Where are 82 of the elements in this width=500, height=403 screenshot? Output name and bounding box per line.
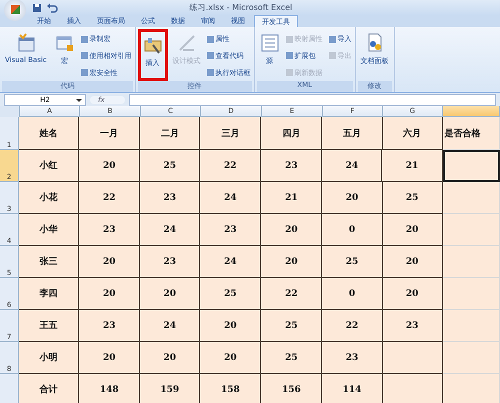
table-cell: 25 <box>140 150 200 182</box>
table-cell: 23 <box>200 214 262 246</box>
table-cell: 20 <box>200 342 262 374</box>
table-cell: 25 <box>261 342 322 374</box>
table-cell: 22 <box>200 150 262 182</box>
window-title: 练习.xlsx - Microsoft Excel <box>188 2 294 13</box>
table-cell: 李四 <box>19 278 80 310</box>
table-cell <box>442 246 500 278</box>
table-cell: 23 <box>322 342 383 374</box>
table-cell: 158 <box>200 374 262 403</box>
table-cell: 小红 <box>19 150 80 182</box>
table-cell: 23 <box>79 214 140 246</box>
table-cell: 小明 <box>19 342 80 374</box>
table-cell: 24 <box>140 214 200 246</box>
formula-input[interactable] <box>128 94 496 106</box>
table-cell: 25 <box>322 246 383 278</box>
table-cell: 20 <box>382 278 443 310</box>
table-cell: 王五 <box>19 310 80 342</box>
table-cell: 20 <box>140 342 200 374</box>
table-cell: 22 <box>322 310 383 342</box>
table-cell: 张三 <box>19 246 80 278</box>
table-cell: 四月 <box>261 117 322 150</box>
table-cell: 24 <box>322 150 382 182</box>
table-cell: 159 <box>140 374 200 403</box>
table-cell: 20 <box>382 214 443 246</box>
table-cell <box>442 182 500 214</box>
table-cell <box>442 374 500 403</box>
table-cell: 114 <box>322 374 383 403</box>
table-cell: 23 <box>140 182 200 214</box>
table-cell: 0 <box>322 278 383 310</box>
table-cell: 二月 <box>140 117 200 150</box>
list-icon <box>260 33 280 53</box>
table-cell <box>382 374 443 403</box>
table-cell <box>442 278 500 310</box>
table-cell <box>442 342 500 374</box>
table-cell: 20 <box>382 246 443 278</box>
table-cell: 25 <box>382 182 443 214</box>
table-cell: 0 <box>322 214 383 246</box>
table-cell: 25 <box>200 278 262 310</box>
table-cell: 合计 <box>19 374 80 403</box>
table-cell: 148 <box>79 374 140 403</box>
table-cell: 24 <box>200 182 262 214</box>
table-cell: 20 <box>261 214 322 246</box>
table-cell: 20 <box>140 278 200 310</box>
table-cell <box>442 150 500 182</box>
table-cell: 小花 <box>19 182 80 214</box>
table-cell: 21 <box>382 150 443 182</box>
table-cell <box>382 342 443 374</box>
table-cell: 25 <box>261 310 322 342</box>
table-cell: 23 <box>382 310 443 342</box>
table-cell: 五月 <box>322 117 383 150</box>
table-cell <box>442 310 500 342</box>
table-cell: 三月 <box>200 117 262 150</box>
table-cell: 22 <box>79 182 140 214</box>
ruler-icon <box>176 33 197 53</box>
table-cell: 六月 <box>382 117 443 150</box>
table-cell: 20 <box>200 310 262 342</box>
table-cell: 24 <box>140 310 200 342</box>
table-cell: 20 <box>261 246 322 278</box>
save-icon[interactable] <box>32 2 42 12</box>
table-cell: 22 <box>261 278 322 310</box>
dropdown-icon[interactable] <box>76 98 82 102</box>
table-cell: 23 <box>261 150 322 182</box>
table-cell: 24 <box>200 246 262 278</box>
table-cell: 姓名 <box>19 117 80 150</box>
table-cell: 21 <box>261 182 322 214</box>
undo-icon[interactable] <box>46 2 58 12</box>
table-cell: 一月 <box>79 117 140 150</box>
table-cell: 小华 <box>19 214 80 246</box>
toolbox-icon <box>142 35 163 55</box>
table-cell: 是否合格 <box>442 117 500 150</box>
table-cell: 20 <box>79 342 140 374</box>
window-icon <box>16 33 36 53</box>
table-cell <box>442 214 500 246</box>
table-cell: 156 <box>261 374 322 403</box>
table-cell: 20 <box>79 246 140 278</box>
table-cell: 20 <box>79 278 140 310</box>
table-cell: 23 <box>140 246 200 278</box>
office-button[interactable] <box>4 0 26 20</box>
table-cell: 20 <box>79 150 140 182</box>
table-cell: 23 <box>79 310 140 342</box>
table-cell: 20 <box>322 182 383 214</box>
